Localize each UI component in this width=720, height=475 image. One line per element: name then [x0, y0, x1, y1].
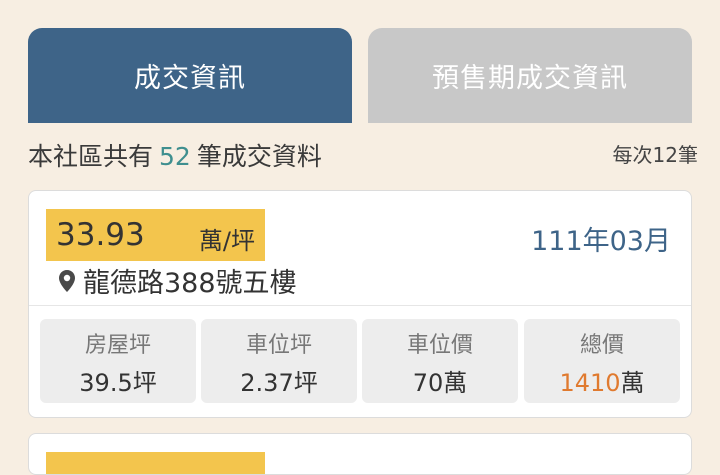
stat-parking-price-value: 70萬 — [412, 369, 468, 397]
stat-total-price: 總價 1410萬 — [524, 319, 680, 403]
summary-count: 52 — [159, 142, 191, 171]
address: 龍德路388號五樓 — [83, 268, 297, 299]
unit-price-badge: 33.93 萬/坪 — [46, 209, 265, 261]
unit-price-unit: 萬/坪 — [198, 227, 255, 255]
stat-parking-area-label: 車位坪 — [245, 333, 312, 358]
unit-price-value: 33.93 — [56, 217, 145, 253]
card-divider — [29, 305, 691, 306]
stat-total-price-value: 1410萬 — [524, 363, 680, 398]
tab-transaction-info-label: 成交資訊 — [134, 63, 246, 94]
stat-building-area-label: 房屋坪 — [84, 333, 151, 358]
tab-transaction-info[interactable]: 成交資訊 — [28, 28, 352, 123]
summary-row: 本社區共有 52 筆成交資料 每次12筆 — [28, 135, 698, 175]
tab-presale-transaction-info-label: 預售期成交資訊 — [432, 63, 628, 94]
stat-parking-price-label: 車位價 — [406, 333, 473, 358]
total-price-unit: 萬 — [620, 369, 645, 397]
next-unit-price-badge — [46, 452, 265, 474]
transaction-date: 111年03月 — [531, 226, 671, 257]
summary-suffix: 筆成交資料 — [196, 142, 322, 171]
stat-building-area-value: 39.5坪 — [79, 369, 157, 397]
transaction-card[interactable]: 33.93 萬/坪 111年03月 龍德路388號五樓 房屋坪 39.5坪 車位… — [28, 190, 692, 418]
stats-row: 房屋坪 39.5坪 車位坪 2.37坪 車位價 70萬 總價 1410萬 — [40, 319, 680, 403]
next-transaction-card[interactable] — [28, 433, 692, 475]
stat-building-area: 房屋坪 39.5坪 — [40, 319, 196, 403]
summary-prefix: 本社區共有 — [28, 142, 154, 171]
stat-parking-price: 車位價 70萬 — [362, 319, 518, 403]
stat-parking-area: 車位坪 2.37坪 — [201, 319, 357, 403]
tab-presale-transaction-info[interactable]: 預售期成交資訊 — [368, 28, 692, 123]
location-pin-icon — [59, 270, 75, 292]
tab-bar: 成交資訊 預售期成交資訊 — [28, 28, 692, 123]
stat-parking-area-value: 2.37坪 — [240, 369, 318, 397]
total-price-number: 1410 — [559, 369, 621, 397]
stat-total-price-label: 總價 — [579, 333, 624, 358]
per-page-label: 每次12筆 — [612, 143, 698, 167]
summary-text: 本社區共有 52 筆成交資料 — [28, 137, 322, 173]
